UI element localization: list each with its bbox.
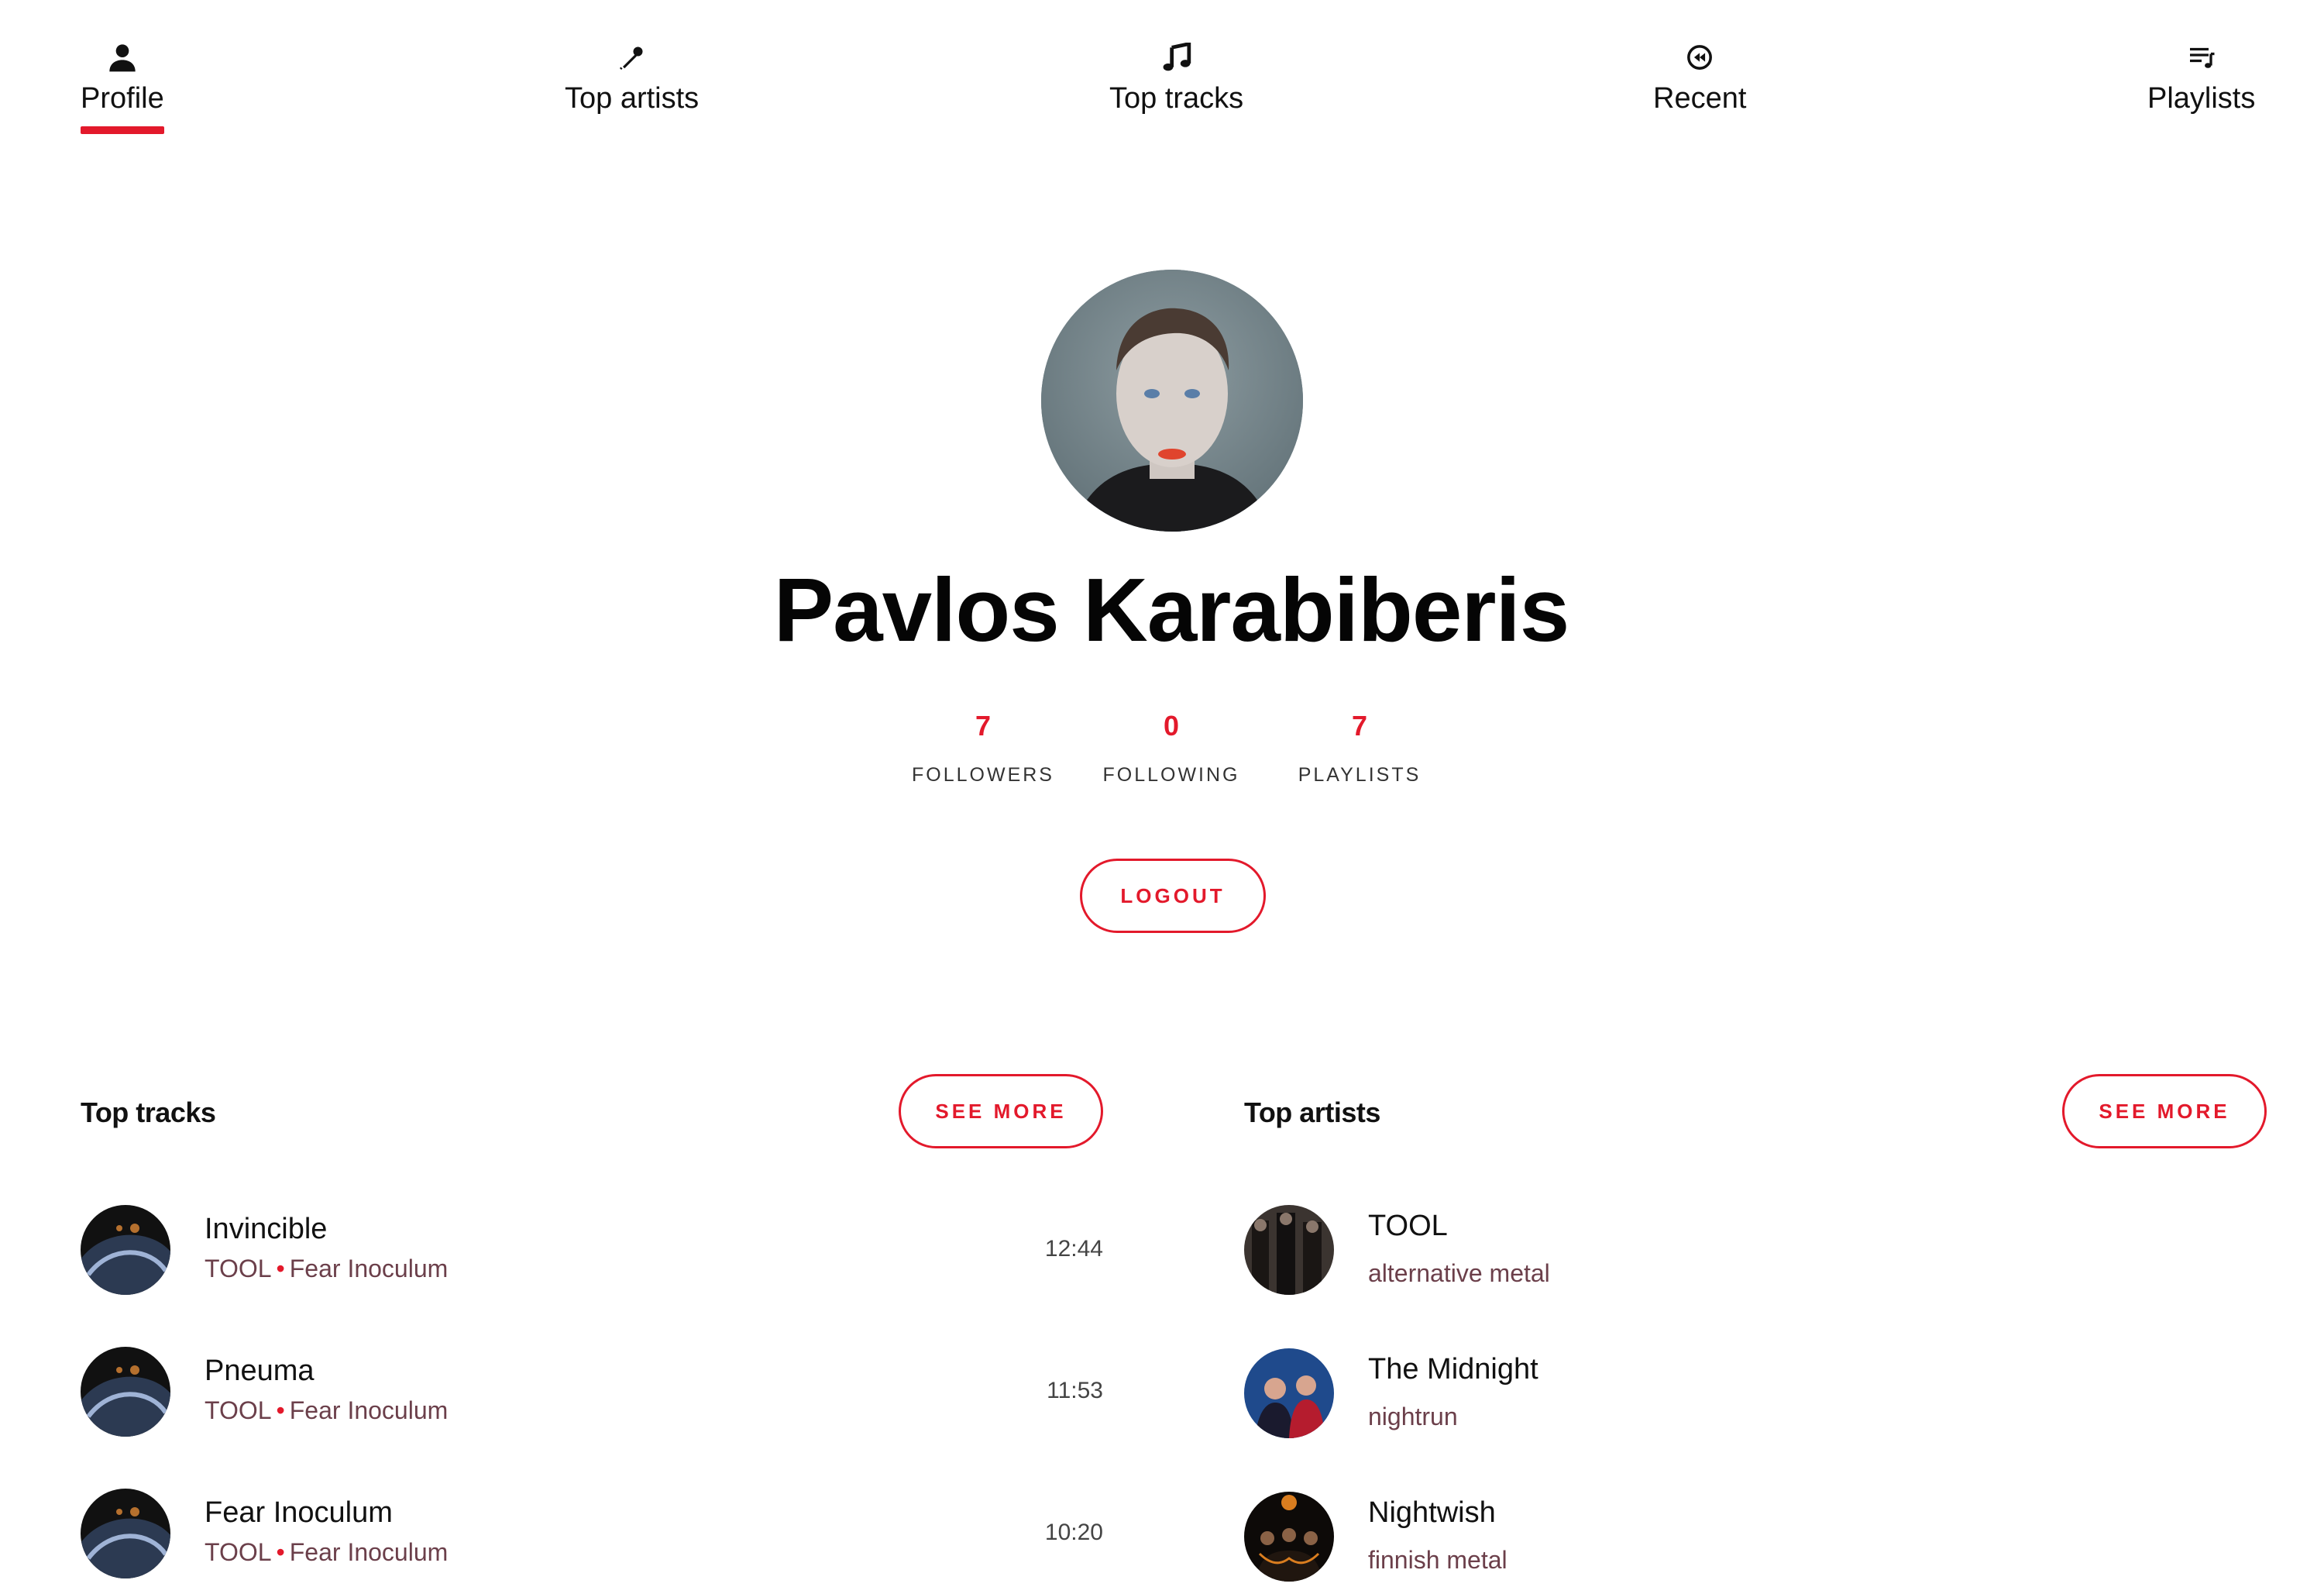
nav-tab-label: Top tracks xyxy=(1109,82,1244,115)
nav-tab-playlists[interactable]: Playlists xyxy=(2147,40,2255,134)
user-icon xyxy=(105,40,139,74)
track-row[interactable]: Fear Inoculum TOOL • Fear Inoculum 10:20 xyxy=(81,1489,1103,1582)
stat-playlists: 7 PLAYLISTS xyxy=(1266,710,1454,787)
artist-name: TOOL xyxy=(1368,1210,1448,1242)
artist-image xyxy=(1244,1348,1334,1438)
rewind-icon xyxy=(1683,40,1717,74)
stat-followers: 7 FOLLOWERS xyxy=(889,710,1078,787)
album-art xyxy=(81,1489,170,1578)
nav-tab-profile[interactable]: Profile xyxy=(81,40,164,134)
nav-tab-label: Top artists xyxy=(565,82,700,115)
profile-avatar xyxy=(1041,270,1303,532)
nav-tab-top-artists[interactable]: Top artists xyxy=(565,40,699,134)
artist-genre: alternative metal xyxy=(1368,1259,1550,1287)
separator-dot: • xyxy=(276,1538,285,1566)
separator-dot: • xyxy=(276,1396,285,1424)
track-album: Fear Inoculum xyxy=(289,1538,449,1566)
artist-name: The Midnight xyxy=(1368,1353,1538,1386)
track-artist: TOOL xyxy=(205,1538,272,1566)
nav-tab-label: Playlists xyxy=(2147,82,2256,115)
profile-name: Pavlos Karabiberis xyxy=(773,559,1570,660)
stat-label: PLAYLISTS xyxy=(1298,764,1422,786)
track-album: Fear Inoculum xyxy=(289,1255,449,1282)
stat-value: 7 xyxy=(975,710,992,742)
artist-image xyxy=(1244,1205,1334,1295)
track-duration: 12:44 xyxy=(1044,1236,1103,1262)
top-tracks-heading: Top tracks xyxy=(81,1096,216,1128)
nav-tab-top-tracks[interactable]: Top tracks xyxy=(1109,40,1243,134)
stat-value: 0 xyxy=(1163,710,1180,742)
album-art xyxy=(81,1205,170,1295)
top-artists-heading: Top artists xyxy=(1244,1096,1380,1128)
track-row[interactable]: Pneuma TOOL • Fear Inoculum 11:53 xyxy=(81,1347,1103,1440)
stat-value: 7 xyxy=(1351,710,1368,742)
separator-dot: • xyxy=(276,1255,285,1282)
track-duration: 10:20 xyxy=(1044,1520,1103,1545)
microphone-icon xyxy=(615,40,649,74)
track-album: Fear Inoculum xyxy=(289,1396,449,1424)
stat-label: FOLLOWERS xyxy=(912,764,1054,786)
active-tab-indicator xyxy=(81,126,164,134)
nav-tab-recent[interactable]: Recent xyxy=(1653,40,1746,134)
artist-genre: nightrun xyxy=(1368,1403,1458,1430)
artist-row[interactable]: TOOL alternative metal xyxy=(1244,1205,1941,1298)
logout-button[interactable]: LOGOUT xyxy=(1080,859,1266,933)
artist-genre: finnish metal xyxy=(1368,1546,1508,1574)
stat-label: FOLLOWING xyxy=(1102,764,1240,786)
profile-stats: 7 FOLLOWERS 0 FOLLOWING 7 PLAYLISTS xyxy=(0,710,2324,787)
nav-tab-label: Recent xyxy=(1653,82,1747,115)
track-artist: TOOL xyxy=(205,1396,272,1424)
album-art xyxy=(81,1347,170,1437)
track-title: Invincible xyxy=(205,1213,328,1245)
track-row[interactable]: Invincible TOOL • Fear Inoculum 12:44 xyxy=(81,1205,1103,1298)
music-note-icon xyxy=(1160,40,1194,74)
top-artists-see-more-button[interactable]: SEE MORE xyxy=(2062,1074,2267,1148)
track-meta: TOOL • Fear Inoculum xyxy=(205,1396,448,1425)
top-tracks-see-more-button[interactable]: SEE MORE xyxy=(899,1074,1103,1148)
track-title: Pneuma xyxy=(205,1355,315,1387)
nav-tab-label: Profile xyxy=(81,82,164,115)
track-artist: TOOL xyxy=(205,1255,272,1282)
track-title: Fear Inoculum xyxy=(205,1496,393,1529)
playlist-icon xyxy=(2185,40,2219,74)
stat-following: 0 FOLLOWING xyxy=(1078,710,1266,787)
artist-row[interactable]: Nightwish finnish metal xyxy=(1244,1492,1941,1585)
track-duration: 11:53 xyxy=(1047,1378,1103,1403)
track-meta: TOOL • Fear Inoculum xyxy=(205,1255,448,1283)
main-navigation: Profile Top artists Top tracks Recent Pl… xyxy=(0,0,2324,155)
track-meta: TOOL • Fear Inoculum xyxy=(205,1538,448,1567)
artist-name: Nightwish xyxy=(1368,1496,1496,1529)
artist-row[interactable]: The Midnight nightrun xyxy=(1244,1348,1941,1441)
artist-image xyxy=(1244,1492,1334,1582)
